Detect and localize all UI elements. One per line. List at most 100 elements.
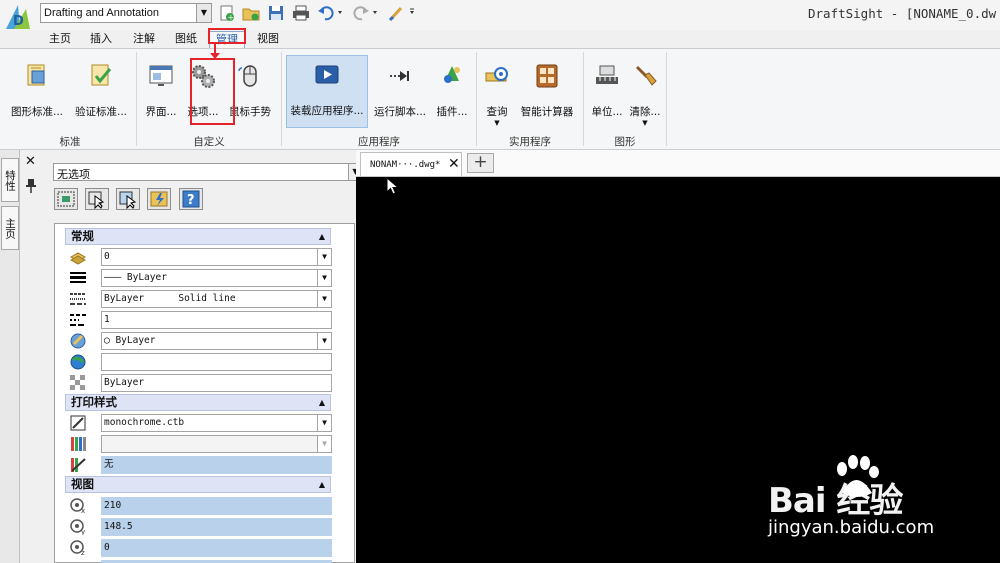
select-objects-button[interactable] <box>85 188 109 210</box>
title-bar: D Drafting and Annotation ▼ + DraftSight… <box>0 0 1000 30</box>
property-row: 0 ▼ <box>65 246 332 267</box>
linetype-scale-field[interactable]: 1 <box>101 311 332 329</box>
plot-table-field[interactable]: ▼ <box>101 435 332 453</box>
new-file-icon[interactable]: + <box>218 5 236 22</box>
undo-icon[interactable] <box>317 5 342 21</box>
tab-properties[interactable]: 特性 <box>1 158 19 202</box>
svg-text:D: D <box>13 14 24 29</box>
group-separator <box>666 52 667 146</box>
svg-text:?: ? <box>187 193 195 208</box>
layer-field[interactable]: 0 ▼ <box>101 248 332 266</box>
help-button[interactable]: ? <box>179 188 203 210</box>
check-standards-icon <box>88 63 114 89</box>
tab-insert[interactable]: 插入 <box>84 31 118 48</box>
property-row: z 0 <box>65 537 332 558</box>
group-label-drawing: 图形 <box>614 136 636 148</box>
check-standards-label: 验证标准... <box>74 106 127 118</box>
plugins-button[interactable]: 插件... <box>432 57 472 145</box>
plot-style-field[interactable]: monochrome.ctb ▼ <box>101 414 332 432</box>
lineweight-field[interactable]: ◯ ByLayer ▼ <box>101 332 332 350</box>
hyperlink-field[interactable] <box>101 353 332 371</box>
redo-icon[interactable] <box>352 5 377 21</box>
document-tab[interactable]: NONAM···.dwg* ✕ <box>360 152 462 176</box>
tab-view[interactable]: 视图 <box>251 31 285 48</box>
units-button[interactable]: 单位... <box>588 57 626 145</box>
lineweight-icon <box>69 332 87 349</box>
layer-value: 0 <box>104 251 110 262</box>
select-similar-button[interactable] <box>116 188 140 210</box>
section-title: 打印样式 <box>71 395 117 409</box>
chevron-down-icon[interactable]: ▼ <box>317 333 331 349</box>
selection-dropdown[interactable]: 无选项 ▼ <box>53 163 363 181</box>
chevron-down-icon[interactable]: ▼ <box>626 119 664 127</box>
center-x-field[interactable]: 210 <box>101 497 332 515</box>
section-title: 视图 <box>71 477 94 491</box>
draftsight-logo-icon[interactable]: D <box>4 3 34 31</box>
open-folder-icon[interactable] <box>242 5 260 21</box>
collapse-icon[interactable]: ▲ <box>319 477 325 492</box>
clean-button[interactable]: 清除... ▼ <box>626 57 664 145</box>
center-x-icon: x <box>69 497 87 515</box>
transparency-field[interactable]: ByLayer <box>101 374 332 392</box>
window-title: DraftSight - [NONAME_0.dw <box>808 6 997 21</box>
color-field[interactable]: ——— ByLayer ▼ <box>101 269 332 287</box>
color-value: ——— ByLayer <box>104 272 167 283</box>
properties-panel: ✕ 无选项 ▼ ? 常规 ▲ 0▼ ——— ByLayer▼ <box>20 150 375 563</box>
linetype-field[interactable]: ByLayer Solid line ▼ <box>101 290 332 308</box>
run-script-button[interactable]: 运行脚本... <box>372 57 428 145</box>
units-label: 单位... <box>591 106 623 118</box>
plot-attach-field[interactable]: 无 <box>101 456 332 474</box>
workspace-dropdown[interactable]: Drafting and Annotation ▼ <box>40 3 212 23</box>
collapse-icon[interactable]: ▲ <box>319 395 325 410</box>
chevron-down-icon[interactable]: ▼ <box>317 436 331 452</box>
save-icon[interactable] <box>267 5 285 21</box>
query-button[interactable]: 查询 ▼ <box>480 57 514 145</box>
tab-home[interactable]: 主页 <box>44 31 76 48</box>
collapse-icon[interactable]: ▲ <box>319 229 325 244</box>
chevron-down-icon[interactable]: ▼ <box>317 415 331 431</box>
interface-button[interactable]: 界面... <box>140 57 182 145</box>
tab-sheet[interactable]: 图纸 <box>169 31 203 48</box>
group-label-applications: 应用程序 <box>358 136 400 148</box>
toggle-pickadd-button[interactable] <box>147 188 171 210</box>
match-properties-brush-icon[interactable] <box>388 5 414 22</box>
side-tab-strip: 特性 主页 <box>0 150 20 563</box>
tab-home-palette[interactable]: 主页 <box>1 206 19 250</box>
measure-tape-icon <box>484 63 510 89</box>
check-standards-button[interactable]: 验证标准... <box>70 57 132 145</box>
smart-calculator-button[interactable]: 智能计算器 <box>518 57 576 145</box>
load-application-button[interactable]: 装载应用程序... <box>286 55 368 128</box>
section-header-plot-style[interactable]: 打印样式 ▲ <box>65 394 331 411</box>
drawing-standards-button[interactable]: 图形标准... <box>8 57 66 145</box>
linetype-scale-icon <box>69 311 87 328</box>
section-title: 常规 <box>71 229 94 243</box>
chevron-down-icon[interactable]: ▼ <box>196 4 211 22</box>
close-icon[interactable]: ✕ <box>448 156 460 172</box>
plot-style-value: monochrome.ctb <box>104 417 185 428</box>
group-label-utilities: 实用程序 <box>509 136 551 148</box>
quick-select-button[interactable] <box>54 188 78 210</box>
center-z-icon: z <box>69 539 87 557</box>
tab-annotate[interactable]: 注解 <box>127 31 161 48</box>
chevron-down-icon[interactable]: ▼ <box>317 270 331 286</box>
new-tab-plus-icon[interactable]: + <box>467 153 494 173</box>
group-separator <box>476 52 477 146</box>
pin-icon[interactable] <box>26 178 36 194</box>
property-row: ByLayer <box>65 372 332 393</box>
center-y-field[interactable]: 148.5 <box>101 518 332 536</box>
section-header-view[interactable]: 视图 ▲ <box>65 476 331 493</box>
chevron-down-icon[interactable]: ▼ <box>317 249 331 265</box>
close-icon[interactable]: ✕ <box>25 154 36 169</box>
center-z-field[interactable]: 0 <box>101 539 332 557</box>
watermark-brand: Bai 经验 <box>768 481 903 521</box>
group-label-customize: 自定义 <box>193 136 225 148</box>
selection-value: 无选项 <box>57 168 90 181</box>
baidu-jingyan-watermark: Bai 经验 jingyan.baidu.com <box>768 455 1000 563</box>
section-header-general[interactable]: 常规 ▲ <box>65 228 331 245</box>
chevron-down-icon[interactable]: ▼ <box>317 291 331 307</box>
property-row: ▼ <box>65 433 332 454</box>
property-row: 无 <box>65 454 332 475</box>
chevron-down-icon[interactable]: ▼ <box>480 119 514 127</box>
print-icon[interactable] <box>292 5 310 21</box>
property-row: y 148.5 <box>65 516 332 537</box>
